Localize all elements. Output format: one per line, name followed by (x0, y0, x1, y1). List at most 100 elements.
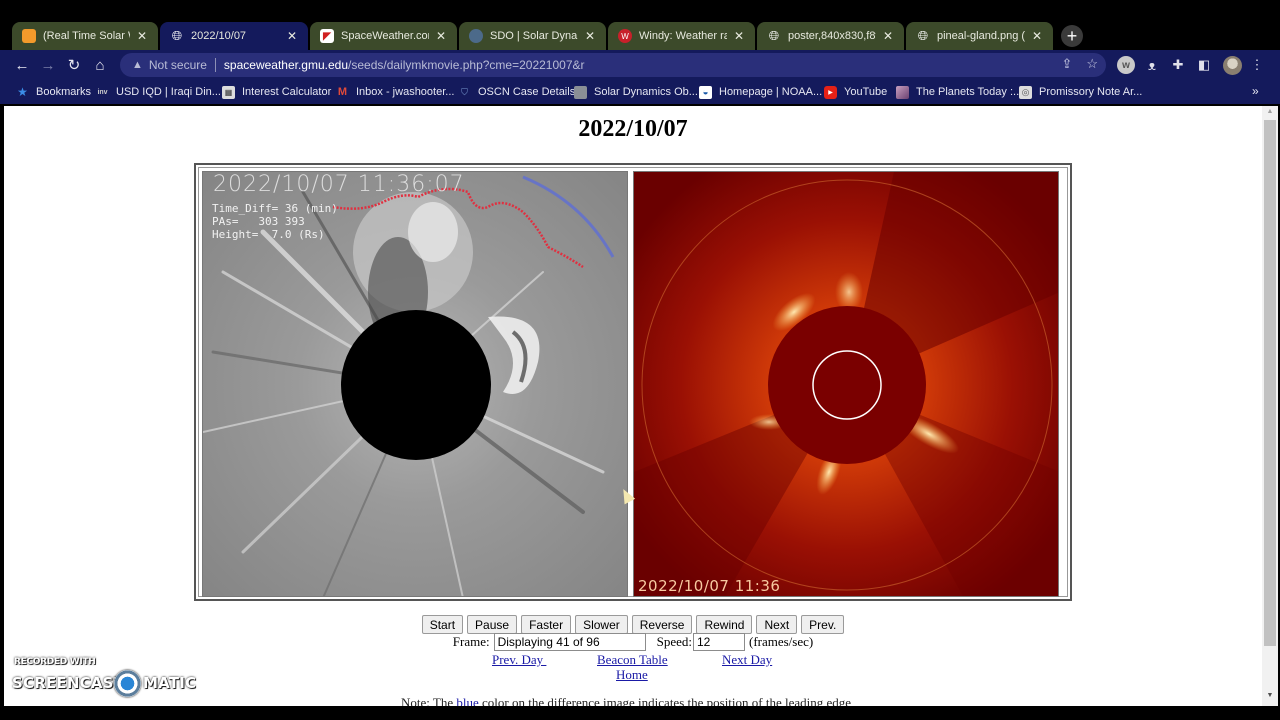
bookmark-inbox[interactable]: M Inbox - jwashooter... (336, 84, 455, 100)
scrollbar-thumb[interactable] (1264, 120, 1276, 646)
tab-strip: (Real Time Solar Wind ✕ 🌐︎ 2022/10/07 ✕ … (0, 0, 1280, 50)
side-panel-icon[interactable]: ◧ (1195, 56, 1213, 74)
difference-image: 2022/10/07 11:36:07 Time_Diff= 36 (min) … (202, 171, 628, 597)
home-button[interactable]: ⌂ (90, 55, 110, 75)
scroll-up-arrow-icon[interactable]: ▲ (1262, 108, 1278, 120)
new-tab-button[interactable]: + (1061, 25, 1083, 47)
omnibox-actions: ⇪ ☆ (1061, 56, 1098, 72)
bookmark-label: Solar Dynamics Ob... (594, 86, 698, 98)
bookmark-solar-dynamics[interactable]: Solar Dynamics Ob... (574, 84, 698, 100)
speed-label: Speed: (656, 634, 692, 649)
next-button[interactable]: Next (756, 615, 798, 634)
pas-label: PAs= 303 393 (212, 215, 305, 228)
star-icon: ★ (17, 85, 28, 99)
youtube-icon: ▶ (824, 85, 837, 99)
beacon-table-link[interactable]: Beacon Table (597, 652, 668, 668)
close-icon[interactable]: ✕ (284, 28, 300, 44)
tab-real-time-solar-wind[interactable]: (Real Time Solar Wind ✕ (12, 22, 158, 50)
prev-day-link[interactable]: Prev. Day (492, 652, 546, 668)
page-title: 2022/10/07 (578, 116, 688, 142)
window-bottom-edge (0, 706, 1280, 720)
bookmark-noaa[interactable]: ◒ Homepage | NOAA... (699, 84, 822, 100)
address-bar[interactable]: ▲ Not secure spaceweather.gmu.edu/seeds/… (120, 53, 1106, 77)
bookmark-label: Homepage | NOAA... (719, 86, 823, 98)
warning-icon: ▲ (132, 59, 143, 71)
tab-poster[interactable]: 🌐︎ poster,840x830,f8f8f8 ✕ (757, 22, 904, 50)
reload-button[interactable]: ↻ (64, 55, 84, 75)
tab-title: SDO | Solar Dynamics (490, 30, 578, 42)
arrow-left-icon: ← (14, 56, 30, 74)
close-icon[interactable]: ✕ (1029, 28, 1045, 44)
planets-icon (896, 85, 909, 99)
bookmark-bookmarks[interactable]: ★ Bookmarks (16, 84, 91, 100)
vertical-scrollbar[interactable]: ▲ ▼ (1262, 106, 1278, 706)
tab-pineal-gland[interactable]: 🌐︎ pineal-gland.png (12 ✕ (906, 22, 1053, 50)
bookmark-oscn[interactable]: ⛉ OSCN Case Details (458, 84, 575, 100)
start-button[interactable]: Start (421, 615, 464, 634)
frame-label: Frame: (452, 634, 490, 649)
bookmarks-overflow-button[interactable]: » (1252, 84, 1259, 98)
close-icon[interactable]: ✕ (134, 28, 150, 44)
frame-field[interactable]: Displaying 41 of 96 (493, 633, 646, 651)
bookmark-planets-today[interactable]: The Planets Today :... (896, 84, 1022, 100)
divider (214, 58, 216, 72)
calculator-icon: ▦ (222, 85, 235, 99)
scroll-down-arrow-icon[interactable]: ▼ (1262, 692, 1278, 704)
movie-frame: 2022/10/07 11:36:07 Time_Diff= 36 (min) … (194, 163, 1072, 601)
tab-title: poster,840x830,f8f8f8 (788, 30, 876, 42)
url-path: /seeds/dailymkmovie.php?cme=20221007&r (348, 58, 585, 72)
home-link[interactable]: Home (616, 667, 648, 683)
extension-w-icon[interactable]: w (1117, 56, 1135, 74)
profile-avatar[interactable] (1223, 56, 1242, 75)
bookmark-label: YouTube (844, 86, 888, 98)
pause-button[interactable]: Pause (467, 615, 518, 634)
extension-icon[interactable]: ᴥ (1143, 56, 1161, 74)
note-text: Note: The blue color on the difference i… (401, 695, 851, 706)
close-icon[interactable]: ✕ (582, 28, 598, 44)
close-icon[interactable]: ✕ (880, 28, 896, 44)
close-icon[interactable]: ✕ (731, 28, 747, 44)
close-icon[interactable]: ✕ (433, 28, 449, 44)
bookmark-usd-iqd[interactable]: inv USD IQD | Iraqi Din... (96, 84, 221, 100)
inv-icon: inv (97, 88, 108, 96)
tab-windy[interactable]: W Windy: Weather radar ✕ (608, 22, 755, 50)
back-button[interactable]: ← (12, 55, 32, 75)
menu-icon[interactable]: ⋮ (1248, 56, 1266, 74)
height-label: Height= 7.0 (Rs) (212, 228, 325, 241)
difference-timestamp: 2022/10/07 11:36:07 (213, 172, 465, 197)
reverse-button[interactable]: Reverse (631, 615, 693, 634)
puzzle-icon[interactable]: ✚ (1169, 56, 1187, 74)
screencast-logo-icon (114, 670, 141, 697)
bookmark-label: Bookmarks (36, 86, 92, 98)
bookmark-interest-calculator[interactable]: ▦ Interest Calculator (222, 84, 331, 100)
rewind-button[interactable]: Rewind (696, 615, 753, 634)
noaa-icon: ◒ (699, 85, 712, 99)
forward-button[interactable]: → (38, 55, 58, 75)
bookmark-youtube[interactable]: ▶ YouTube (824, 84, 887, 100)
windy-icon: W (618, 29, 632, 43)
globe-icon: 🌐︎ (917, 28, 929, 43)
security-label[interactable]: Not secure (149, 58, 207, 72)
coronagraph-image: 2022/10/07 11:36 (633, 171, 1059, 597)
watermark-brand-left: SCREENCAST (12, 674, 125, 692)
prev-button[interactable]: Prev. (801, 615, 845, 634)
tab-sdo[interactable]: SDO | Solar Dynamics ✕ (459, 22, 606, 50)
speed-unit-label: (frames/sec) (748, 634, 814, 649)
share-icon[interactable]: ⇪ (1061, 56, 1072, 72)
document-icon: ◎ (1019, 85, 1032, 99)
next-day-link[interactable]: Next Day (722, 652, 772, 668)
frame-row: Frame: Displaying 41 of 96 Speed: 12 (fr… (4, 633, 1262, 651)
bookmark-label: Interest Calculator (242, 86, 332, 98)
orange-square-icon (22, 29, 36, 43)
tab-spaceweather[interactable]: ◤ SpaceWeather.com — ✕ (310, 22, 457, 50)
tab-title: (Real Time Solar Wind (43, 30, 130, 42)
bookmarks-bar: ★ Bookmarks inv USD IQD | Iraqi Din... ▦… (0, 80, 1280, 104)
speed-field[interactable]: 12 (692, 633, 745, 651)
faster-button[interactable]: Faster (521, 615, 572, 634)
tab-2022-10-07[interactable]: 🌐︎ 2022/10/07 ✕ (160, 22, 308, 50)
sdo-icon (574, 85, 587, 99)
tab-title: pineal-gland.png (12 (937, 30, 1025, 42)
star-icon[interactable]: ☆ (1086, 56, 1098, 72)
bookmark-promissory-note[interactable]: ◎ Promissory Note Ar... (1019, 84, 1142, 100)
slower-button[interactable]: Slower (575, 615, 628, 634)
